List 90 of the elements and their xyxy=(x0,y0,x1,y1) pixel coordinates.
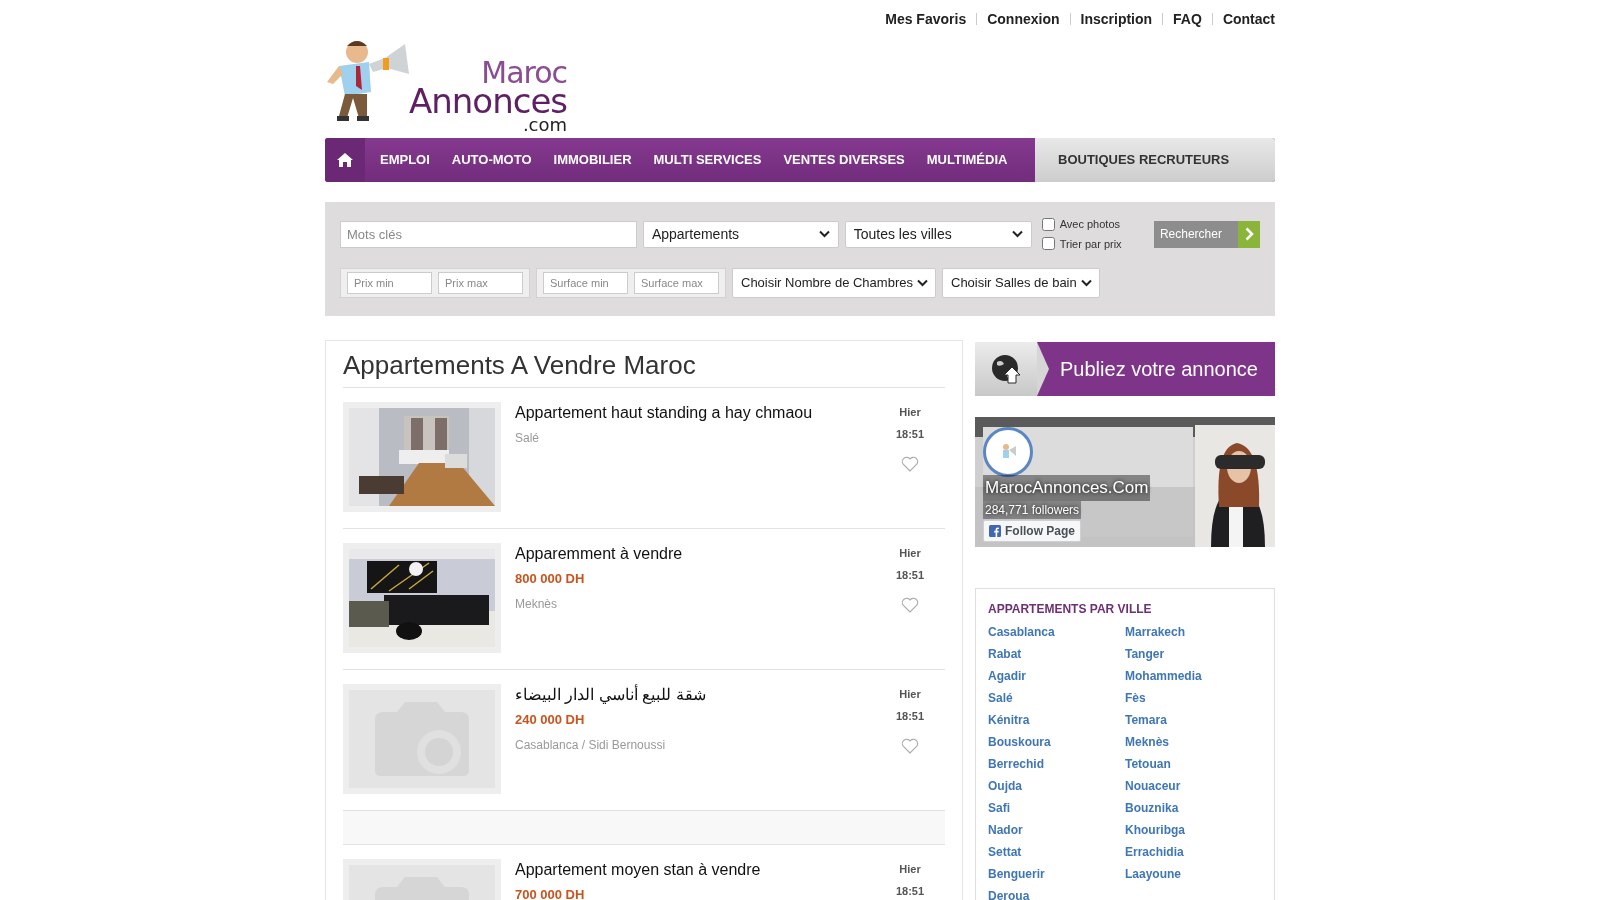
input-field[interactable]: Surface min xyxy=(543,272,628,294)
nav-link[interactable]: MULTIMÉDIA xyxy=(915,150,1019,170)
nav-link[interactable]: AUTO-MOTO xyxy=(440,150,543,170)
nav-link[interactable]: EMPLOI xyxy=(369,150,441,170)
listing-title[interactable]: Appartement haut standing a hay chmaou xyxy=(515,403,875,423)
thumbnail-frame[interactable] xyxy=(343,402,501,512)
checkbox-label: Trier par prix xyxy=(1059,236,1122,252)
chevron-down-icon xyxy=(1011,230,1023,238)
city-link[interactable]: Kénitra xyxy=(988,713,1125,728)
dropdown[interactable]: Choisir Nombre de Chambres xyxy=(732,268,936,298)
nav-side-link[interactable]: BOUTIQUES RECRUTEURS xyxy=(1035,138,1275,182)
city-link[interactable]: Marrakech xyxy=(1125,625,1262,640)
nav-link[interactable]: IMMOBILIER xyxy=(542,150,643,170)
input-field[interactable]: Mots clés xyxy=(340,220,637,248)
chevron-down-icon xyxy=(818,230,830,238)
city-link[interactable]: Deroua xyxy=(988,889,1125,900)
listing-day: Hier xyxy=(899,404,921,421)
input-field[interactable]: Surface max xyxy=(634,272,719,294)
dropdown[interactable]: Toutes les villes xyxy=(844,220,1032,248)
city-link[interactable]: Agadir xyxy=(988,669,1125,684)
city-link[interactable]: Laayoune xyxy=(1125,867,1262,882)
top-link[interactable]: Mes Favoris xyxy=(875,13,977,25)
city-link[interactable]: Oujda xyxy=(988,779,1125,794)
listing-time: 18:51 xyxy=(895,426,925,442)
nav-link[interactable]: MULTI SERVICES xyxy=(642,150,773,170)
checkbox-label: Avec photos xyxy=(1059,217,1120,232)
nav-link[interactable]: VENTES DIVERSES xyxy=(772,150,916,170)
input-field[interactable]: Prix max xyxy=(438,272,523,294)
dropdown[interactable]: Choisir Salles de bain xyxy=(942,268,1100,298)
follow-page-button[interactable]: Follow Page xyxy=(983,519,1081,542)
search-button[interactable]: Rechercher xyxy=(1153,220,1260,248)
input-field[interactable]: Prix min xyxy=(347,272,432,294)
page-name[interactable]: MarocAnnonces.Com xyxy=(983,475,1151,501)
chevron-down-icon xyxy=(916,279,928,287)
top-link[interactable]: Inscription xyxy=(1069,13,1163,25)
listing-day: Hier xyxy=(899,861,921,878)
listing-day: Hier xyxy=(899,686,921,703)
dropdown[interactable]: Appartements xyxy=(642,220,839,248)
city-link[interactable]: Berrechid xyxy=(988,757,1125,772)
chevron-down-icon xyxy=(1080,279,1092,287)
listing-title[interactable]: شقة للبيع أناسي الدار البيضاء xyxy=(515,685,875,705)
checkbox[interactable] xyxy=(1041,217,1055,231)
heart-icon[interactable] xyxy=(901,738,919,754)
city-link[interactable]: Fès xyxy=(1125,691,1262,706)
city-link[interactable]: Rabat xyxy=(988,647,1125,662)
city-link[interactable]: Bouskoura xyxy=(988,735,1125,750)
heart-icon[interactable] xyxy=(901,456,919,472)
listing-location: Meknès xyxy=(515,595,559,613)
listing-time: 18:51 xyxy=(895,567,925,583)
city-link[interactable]: Tanger xyxy=(1125,647,1262,662)
logo-word: .com xyxy=(522,116,568,134)
city-link[interactable]: Salé xyxy=(988,691,1125,706)
city-link[interactable]: Settat xyxy=(988,845,1125,860)
listing-location: Casablanca / Sidi Bernoussi xyxy=(515,736,667,754)
page-title: Appartements A Vendre Maroc xyxy=(343,349,945,388)
listing-day: Hier xyxy=(899,545,921,562)
listing-location: Salé xyxy=(515,430,541,447)
thumbnail-frame[interactable] xyxy=(343,684,501,794)
city-link[interactable]: Meknès xyxy=(1125,735,1262,750)
listing-time: 18:51 xyxy=(895,708,925,724)
top-link[interactable]: Connexion xyxy=(976,13,1070,25)
city-link[interactable]: Bouznika xyxy=(1125,801,1262,816)
home-icon[interactable] xyxy=(325,138,365,182)
top-link[interactable]: Contact xyxy=(1211,13,1275,25)
city-link[interactable]: Casablanca xyxy=(988,625,1125,640)
chevron-right-icon xyxy=(1244,227,1254,241)
thumbnail-frame[interactable] xyxy=(343,543,501,653)
section-heading: APPARTEMENTS PAR VILLE xyxy=(988,601,1153,618)
city-link[interactable]: Nador xyxy=(988,823,1125,838)
city-link[interactable]: Errachidia xyxy=(1125,845,1262,860)
listing-title[interactable]: Apparemment à vendre xyxy=(515,544,875,564)
facebook-icon xyxy=(989,524,1001,537)
publish-button[interactable]: Publiez votre annonce xyxy=(975,342,1275,396)
listing-time: 18:51 xyxy=(895,883,925,899)
city-link[interactable]: Tetouan xyxy=(1125,757,1262,772)
top-link[interactable]: FAQ xyxy=(1162,13,1212,25)
globe-upload-icon xyxy=(990,353,1022,385)
listing-price: 700 000 DH xyxy=(515,886,586,900)
city-link[interactable]: Temara xyxy=(1125,713,1262,728)
city-link[interactable]: Nouaceur xyxy=(1125,779,1262,794)
heart-icon[interactable] xyxy=(901,597,919,613)
listing-title[interactable]: Appartement moyen stan à vendre xyxy=(515,860,875,880)
listing-price: 240 000 DH xyxy=(515,711,586,729)
city-link[interactable]: Mohammedia xyxy=(1125,669,1262,684)
city-link[interactable]: Safi xyxy=(988,801,1125,816)
city-link[interactable]: Khouribga xyxy=(1125,823,1262,838)
listing-price: 800 000 DH xyxy=(515,570,586,588)
city-link[interactable]: Benguerir xyxy=(988,867,1125,882)
arrow-tab-icon xyxy=(1037,342,1049,396)
checkbox[interactable] xyxy=(1041,237,1055,251)
